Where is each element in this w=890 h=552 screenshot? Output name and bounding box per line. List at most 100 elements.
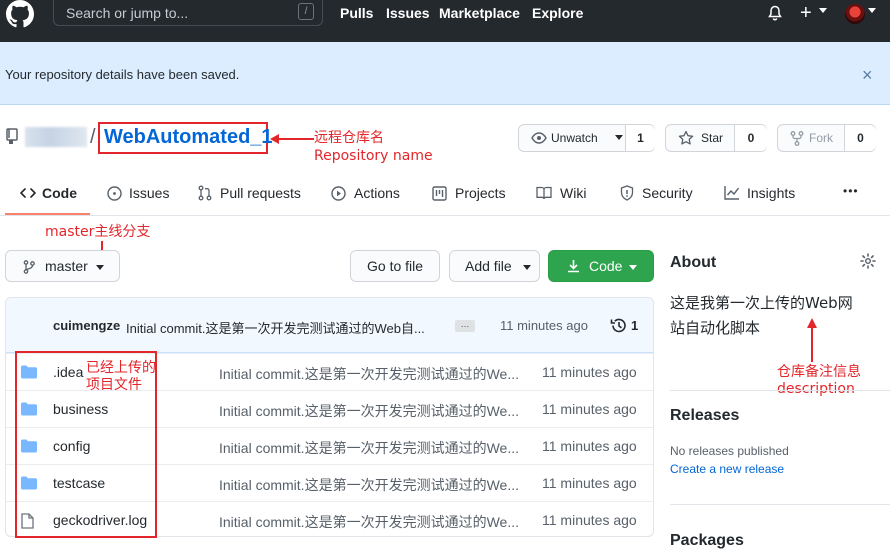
download-icon (567, 259, 580, 274)
no-releases-text: No releases published (670, 444, 789, 458)
annotation-arrow-icon (270, 134, 314, 144)
file-time: 11 minutes ago (542, 438, 637, 454)
chevron-down-icon (523, 265, 531, 270)
shield-icon (620, 185, 634, 201)
notifications-bell-icon[interactable] (767, 5, 783, 22)
create-new-plus-icon[interactable]: + (800, 3, 812, 23)
eye-icon (531, 132, 547, 144)
chevron-down-icon (615, 135, 623, 140)
star-icon (678, 130, 694, 146)
history-icon[interactable] (610, 317, 627, 334)
fork-button-group: Fork 0 (777, 124, 876, 152)
flash-notice: Your repository details have been saved.… (0, 42, 890, 105)
repo-name-link[interactable]: WebAutomated_1 (104, 126, 273, 149)
unwatch-button[interactable]: Unwatch (529, 125, 629, 151)
tab-security[interactable]: Security (620, 172, 695, 216)
tab-pull-requests[interactable]: Pull requests (198, 172, 308, 216)
file-time: 11 minutes ago (542, 512, 637, 528)
annotation-files-line1: 已经上传的 (86, 360, 156, 376)
branch-select-button[interactable]: master (5, 250, 120, 282)
commit-message[interactable]: Initial commit.这是第一次开发完测试通过的Web自... (126, 318, 448, 337)
packages-heading[interactable]: Packages (670, 532, 744, 550)
nav-explore[interactable]: Explore (532, 5, 583, 21)
chevron-down-icon (629, 265, 637, 270)
issue-opened-icon (107, 186, 122, 201)
flash-message: Your repository details have been saved. (5, 67, 240, 82)
commit-time: 11 minutes ago (500, 318, 588, 333)
tab-wiki[interactable]: Wiki (536, 172, 591, 216)
close-icon[interactable]: × (862, 66, 873, 84)
latest-commit-bar: cuimengze Initial commit.这是第一次开发完测试通过的We… (6, 298, 653, 353)
user-avatar[interactable] (845, 4, 865, 24)
watch-count[interactable]: 1 (625, 125, 655, 151)
file-commit-message[interactable]: Initial commit.这是第一次开发完测试通过的We... (219, 401, 519, 421)
repo-path-separator: / (90, 126, 96, 148)
branch-name: master (45, 258, 88, 274)
nav-pulls[interactable]: Pulls (340, 5, 373, 21)
tab-issues-label: Issues (129, 185, 170, 201)
commit-author[interactable]: cuimengze (53, 318, 120, 333)
chevron-down-icon (96, 265, 104, 270)
star-button[interactable]: Star (678, 125, 738, 151)
divider (670, 504, 890, 505)
unwatch-label: Unwatch (551, 131, 598, 145)
chevron-down-icon (868, 8, 876, 14)
file-commit-message[interactable]: Initial commit.这是第一次开发完测试通过的We... (219, 475, 519, 495)
annotation-desc-cn: 仓库备注信息 (777, 364, 861, 380)
create-release-link[interactable]: Create a new release (670, 462, 784, 476)
releases-heading[interactable]: Releases (670, 407, 739, 425)
fork-icon (790, 131, 804, 146)
divider (670, 390, 890, 391)
add-file-button[interactable]: Add file (449, 250, 540, 282)
code-icon (20, 186, 36, 200)
tab-insights-label: Insights (747, 185, 796, 201)
about-description-line2: 站自动化脚本 (670, 319, 761, 337)
chevron-down-icon (819, 8, 827, 14)
play-icon (331, 186, 346, 201)
code-download-button[interactable]: Code (548, 250, 654, 282)
file-time: 11 minutes ago (542, 475, 637, 491)
about-description-line1: 这是我第一次上传的Web网 (670, 294, 853, 312)
star-button-group: Star 0 (665, 124, 767, 152)
tab-projects-label: Projects (455, 185, 506, 201)
book-icon (536, 186, 552, 200)
go-to-file-button[interactable]: Go to file (350, 250, 440, 282)
tab-code[interactable]: Code (20, 172, 90, 216)
file-commit-message[interactable]: Initial commit.这是第一次开发完测试通过的We... (219, 364, 519, 384)
file-commit-message[interactable]: Initial commit.这是第一次开发完测试通过的We... (219, 512, 519, 532)
add-file-label: Add file (465, 258, 512, 274)
slash-shortcut-key: / (298, 3, 314, 20)
commit-count[interactable]: 1 (631, 318, 638, 333)
tab-insights[interactable]: Insights (724, 172, 799, 216)
go-to-file-label: Go to file (367, 258, 424, 274)
commit-expand-button[interactable]: … (455, 320, 475, 332)
search-placeholder: Search or jump to... (66, 5, 189, 21)
file-time: 11 minutes ago (542, 401, 637, 417)
watch-button-group: Unwatch 1 (518, 124, 655, 152)
global-header: Search or jump to... / Pulls Issues Mark… (0, 0, 890, 42)
file-commit-message[interactable]: Initial commit.这是第一次开发完测试通过的We... (219, 438, 519, 458)
annotation-arrow-icon (807, 318, 817, 362)
github-logo-icon[interactable] (4, 0, 36, 28)
fork-count[interactable]: 0 (844, 125, 876, 151)
tab-projects[interactable]: Projects (432, 172, 507, 216)
tab-code-label: Code (42, 185, 77, 201)
more-tabs-kebab-icon[interactable]: ••• (843, 184, 859, 198)
nav-marketplace[interactable]: Marketplace (439, 5, 520, 21)
repo-owner-redacted[interactable] (25, 127, 87, 147)
repo-icon (6, 128, 18, 144)
tab-actions[interactable]: Actions (331, 172, 406, 216)
annotation-repo-name-en: Repository name (314, 148, 433, 164)
nav-issues[interactable]: Issues (386, 5, 430, 21)
tab-pull-requests-label: Pull requests (220, 185, 301, 201)
tab-actions-label: Actions (354, 185, 400, 201)
file-time: 11 minutes ago (542, 364, 637, 380)
annotation-files-line2: 项目文件 (86, 377, 142, 393)
star-count[interactable]: 0 (734, 125, 767, 151)
code-button-label: Code (589, 258, 623, 274)
gear-icon[interactable] (860, 253, 876, 269)
search-input[interactable]: Search or jump to... / (53, 0, 323, 26)
repo-nav-tabs: Code Issues Pull requests Actions Projec… (0, 172, 890, 216)
fork-button[interactable]: Fork (790, 125, 845, 151)
tab-issues[interactable]: Issues (107, 172, 177, 216)
